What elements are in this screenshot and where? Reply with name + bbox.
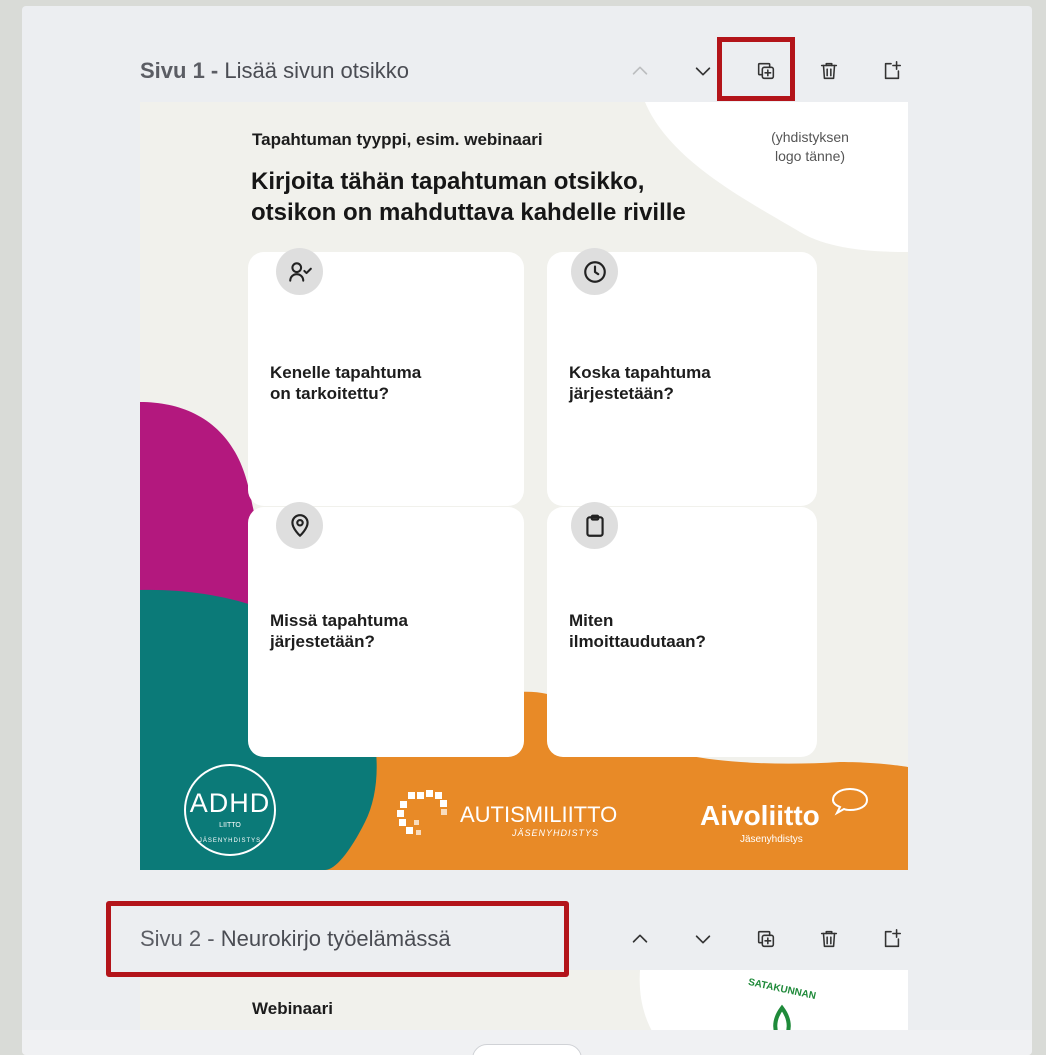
page-2-title-text: Neurokirjo työelämässä (220, 926, 451, 951)
when-icon-circle (571, 248, 618, 295)
autismiliitto-mark-icon (397, 790, 447, 835)
adhd-logo-sub: LIITTO (219, 822, 241, 829)
autismiliitto-logo[interactable]: AUTISMILIITTO JÄSENYHDISTYS (394, 790, 617, 840)
chevron-down-icon (695, 67, 711, 76)
move-page-up-button[interactable] (624, 55, 656, 87)
trash-icon (820, 62, 838, 80)
logo-placeholder-text[interactable]: (yhdistyksen logo tänne) (740, 128, 880, 166)
adhd-logo[interactable]: ADHD LIITTO JÄSENYHDISTYS (184, 764, 276, 856)
where-icon-circle (276, 502, 323, 549)
card-who-label[interactable]: Kenelle tapahtuma on tarkoitettu? (270, 362, 500, 404)
page-2-title[interactable]: Sivu 2 - Neurokirjo työelämässä (140, 926, 451, 952)
aivoliitto-logo[interactable]: Aivoliitto Jäsenyhdistys (700, 787, 880, 846)
page-2-toolbar (593, 923, 908, 955)
event-type-text[interactable]: Tapahtuman tyyppi, esim. webinaari (252, 130, 543, 150)
aivoliitto-logo-text: Aivoliitto (700, 800, 820, 831)
trash-icon (820, 930, 838, 948)
autismiliitto-logo-text: AUTISMILIITTO (460, 802, 618, 827)
scroll-handle-pill[interactable] (472, 1044, 582, 1055)
duplicate-page-button[interactable] (750, 55, 782, 87)
add-page-button[interactable] (876, 55, 908, 87)
page-2-header: Sivu 2 - Neurokirjo työelämässä (140, 923, 908, 955)
autismiliitto-logo-sub: JÄSENYHDISTYS (512, 828, 600, 838)
card-when-label[interactable]: Koska tapahtuma järjestetään? (569, 362, 799, 404)
chevron-up-icon (632, 66, 648, 75)
move-page-2-up-button[interactable] (624, 923, 656, 955)
page-2-event-type[interactable]: Webinaari (252, 999, 333, 1019)
card-signup-label[interactable]: Miten ilmoittaudutaan? (569, 610, 799, 652)
chevron-up-icon (632, 934, 648, 943)
delete-page-button[interactable] (813, 55, 845, 87)
signup-icon-circle (571, 502, 618, 549)
page-1-title-text: Lisää sivun otsikko (224, 58, 410, 83)
clipboard-icon (585, 514, 604, 537)
aivoliitto-logo-sub: Jäsenyhdistys (740, 834, 803, 845)
design-pages-panel: Sivu 1 - Lisää sivun otsikko Tapahtuman … (22, 6, 1032, 1055)
add-page-icon (884, 929, 902, 948)
page-1-toolbar (593, 55, 908, 87)
event-headline[interactable]: Kirjoita tähän tapahtuman otsikko, otsik… (251, 166, 686, 228)
speech-bubble-icon (831, 787, 869, 816)
satakunnan-logo-text: SATAKUNNAN (747, 976, 817, 1003)
card-where-label[interactable]: Missä tapahtuma järjestetään? (270, 610, 500, 652)
user-check-icon (288, 261, 312, 282)
duplicate-page-2-button[interactable] (750, 923, 782, 955)
map-pin-icon (290, 513, 309, 537)
clock-icon (583, 260, 606, 283)
page-1-title[interactable]: Sivu 1 - Lisää sivun otsikko (140, 58, 409, 84)
add-page-icon (884, 61, 902, 80)
adhd-logo-text: ADHD (189, 788, 271, 818)
duplicate-icon (757, 930, 775, 948)
page-1-canvas[interactable]: Tapahtuman tyyppi, esim. webinaari (yhdi… (140, 102, 908, 870)
page-1-header: Sivu 1 - Lisää sivun otsikko (140, 55, 908, 87)
move-page-down-button[interactable] (687, 55, 719, 87)
adhd-logo-ring-text: JÄSENYHDISTYS (198, 838, 262, 844)
who-icon-circle (276, 248, 323, 295)
move-page-2-down-button[interactable] (687, 923, 719, 955)
chevron-down-icon (695, 935, 711, 944)
delete-page-2-button[interactable] (813, 923, 845, 955)
duplicate-icon (757, 62, 775, 80)
add-page-2-button[interactable] (876, 923, 908, 955)
